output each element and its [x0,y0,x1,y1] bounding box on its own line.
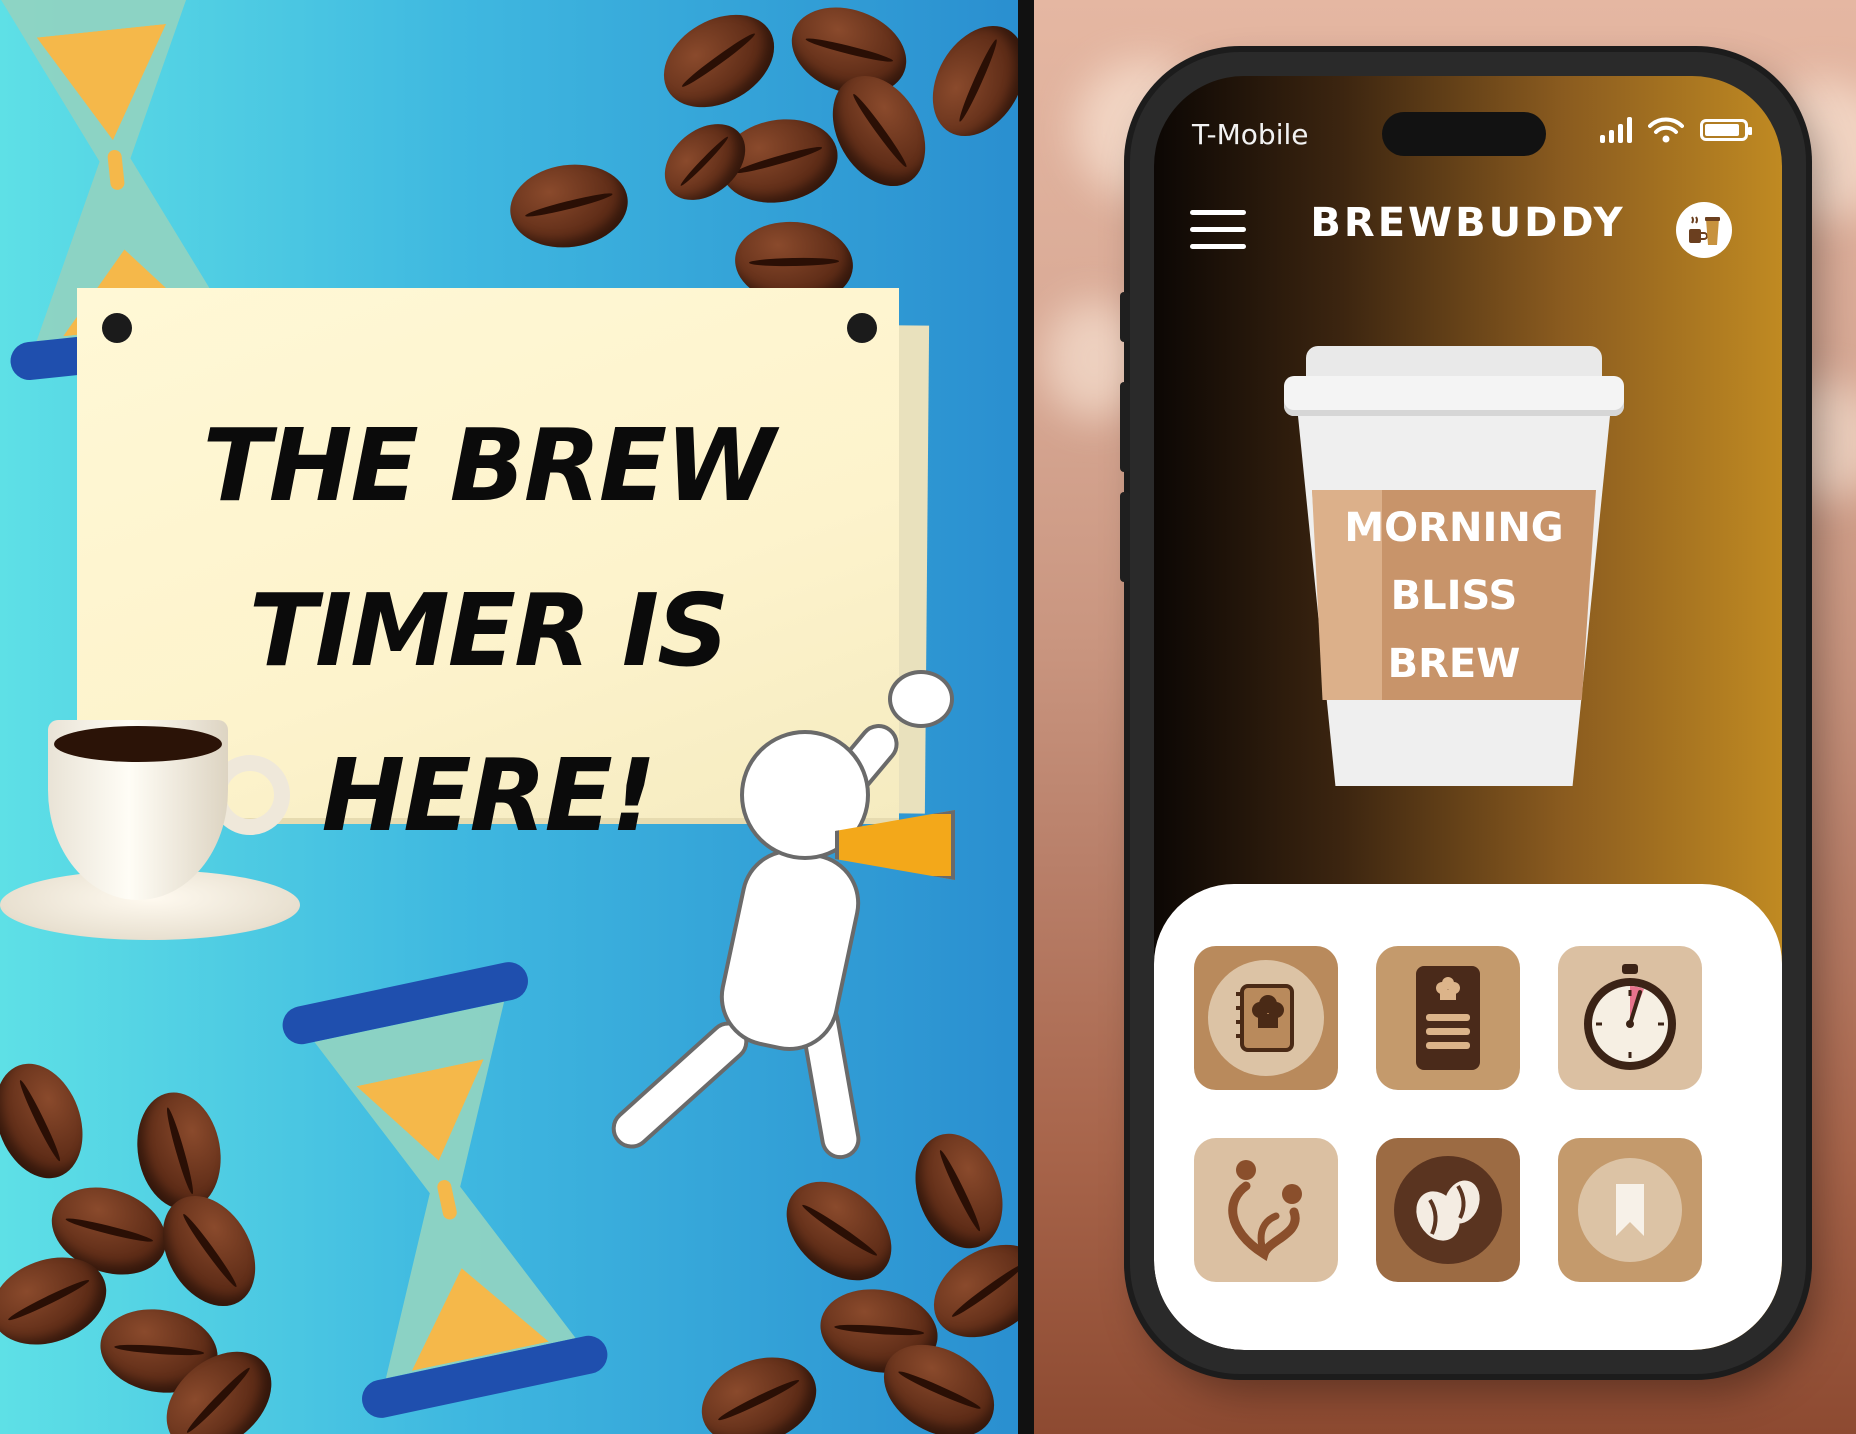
coffee-bean-decoration [0,1051,98,1191]
feature-tray [1154,884,1782,1350]
featured-brew-line-1: MORNING [1344,505,1564,551]
tile-community[interactable] [1194,1138,1338,1282]
app-screen: T-Mobile BREWBUDDY MORNING BLISS BREW [1154,76,1782,1350]
tile-coffee-beans[interactable] [1376,1138,1520,1282]
headline-line-1: THE BREW [202,407,776,524]
hourglass-decoration [279,958,611,1422]
featured-brew-label: MORNING BLISS BREW [1324,494,1584,698]
carrier-label: T-Mobile [1192,118,1309,151]
coffee-bean-decoration [767,1161,911,1301]
promo-panel: THE BREW TIMER IS HERE! [0,0,1018,1434]
cheering-figure-illustration [603,670,980,1163]
phone-frame: T-Mobile BREWBUDDY MORNING BLISS BREW [1120,52,1806,1374]
tile-saved[interactable] [1558,1138,1702,1282]
wifi-icon [1648,117,1684,143]
recipe-book-icon [1208,960,1324,1076]
stopwatch-timer-icon [1584,964,1676,1070]
coffee-bean-decoration [128,1085,230,1217]
recipe-card-icon [1416,966,1480,1070]
status-icons [1600,116,1752,144]
coffee-bean-decoration [504,157,634,255]
featured-brew-cup[interactable]: MORNING BLISS BREW [1284,346,1624,786]
community-heart-icon [1228,1160,1302,1262]
volume-button [1120,292,1130,342]
tile-brew-timer[interactable] [1558,946,1702,1090]
panel-divider [1018,0,1034,1434]
coffee-bean-decoration [689,1342,829,1434]
volume-button [1120,492,1130,582]
pin-icon [847,313,877,343]
coffee-cup-illustration [0,700,320,940]
tile-recipe-book[interactable] [1194,946,1338,1090]
app-bar: BREWBUDDY [1154,196,1782,276]
featured-brew-line-2: BLISS [1390,573,1518,619]
coffee-cups-profile-icon[interactable] [1676,202,1732,258]
volume-button [1120,382,1130,472]
dynamic-island [1382,112,1546,156]
cellular-signal-icon [1600,117,1632,143]
bookmark-icon [1578,1158,1682,1262]
pin-icon [102,313,132,343]
coffee-beans-icon [1394,1156,1502,1264]
coffee-bean-decoration [647,0,791,127]
battery-icon [1700,119,1752,141]
tile-recipe-card[interactable] [1376,946,1520,1090]
phone-mockup-panel: T-Mobile BREWBUDDY MORNING BLISS BREW [1034,0,1856,1434]
featured-brew-line-3: BREW [1387,641,1521,687]
coffee-bean-decoration [913,9,1018,153]
